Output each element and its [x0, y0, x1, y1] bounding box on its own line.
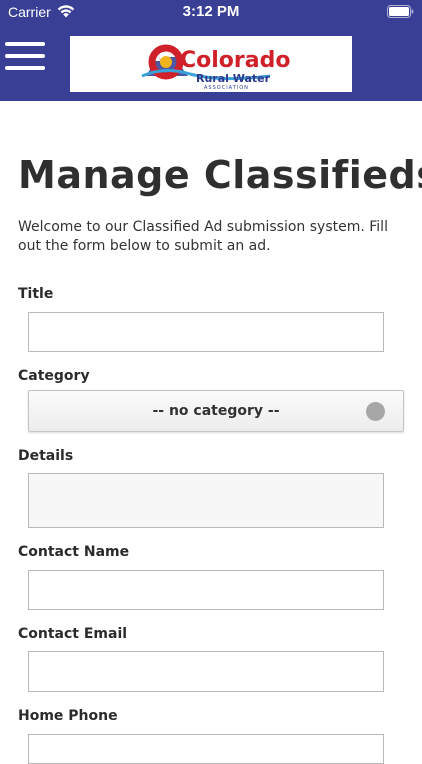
- page-title: Manage Classifieds: [18, 153, 422, 197]
- category-selected-value: -- no category --: [152, 403, 280, 419]
- colorado-rural-water-logo: Colorado Rural Water ASSOCIATION: [141, 44, 290, 91]
- dropdown-indicator-icon: [366, 402, 385, 421]
- logo-text-rural-water: Rural Water: [196, 72, 271, 85]
- status-time: 3:12 PM: [182, 3, 240, 20]
- intro-text: Welcome to our Classified Ad submission …: [18, 219, 388, 254]
- app-header: Carrier 3:12 PM Colorado Rural Water ASS…: [0, 0, 422, 101]
- title-input[interactable]: [28, 312, 384, 352]
- logo-text-colorado: Colorado: [180, 48, 290, 73]
- category-select[interactable]: -- no category --: [28, 390, 404, 432]
- home-phone-label: Home Phone: [18, 708, 118, 724]
- hamburger-menu-icon[interactable]: [5, 40, 47, 74]
- title-label: Title: [18, 286, 54, 302]
- home-phone-input[interactable]: [28, 734, 384, 764]
- site-logo[interactable]: Colorado Rural Water ASSOCIATION: [70, 36, 352, 92]
- logo-text-association: ASSOCIATION: [204, 85, 249, 91]
- details-textarea[interactable]: [28, 473, 384, 528]
- contact-name-label: Contact Name: [18, 544, 130, 560]
- details-label: Details: [18, 448, 74, 464]
- contact-email-input[interactable]: [28, 651, 384, 692]
- battery-icon: [387, 5, 414, 18]
- contact-name-input[interactable]: [28, 570, 384, 610]
- contact-email-label: Contact Email: [18, 626, 128, 642]
- category-label: Category: [18, 368, 90, 384]
- status-bar: Carrier 3:12 PM: [0, 0, 422, 24]
